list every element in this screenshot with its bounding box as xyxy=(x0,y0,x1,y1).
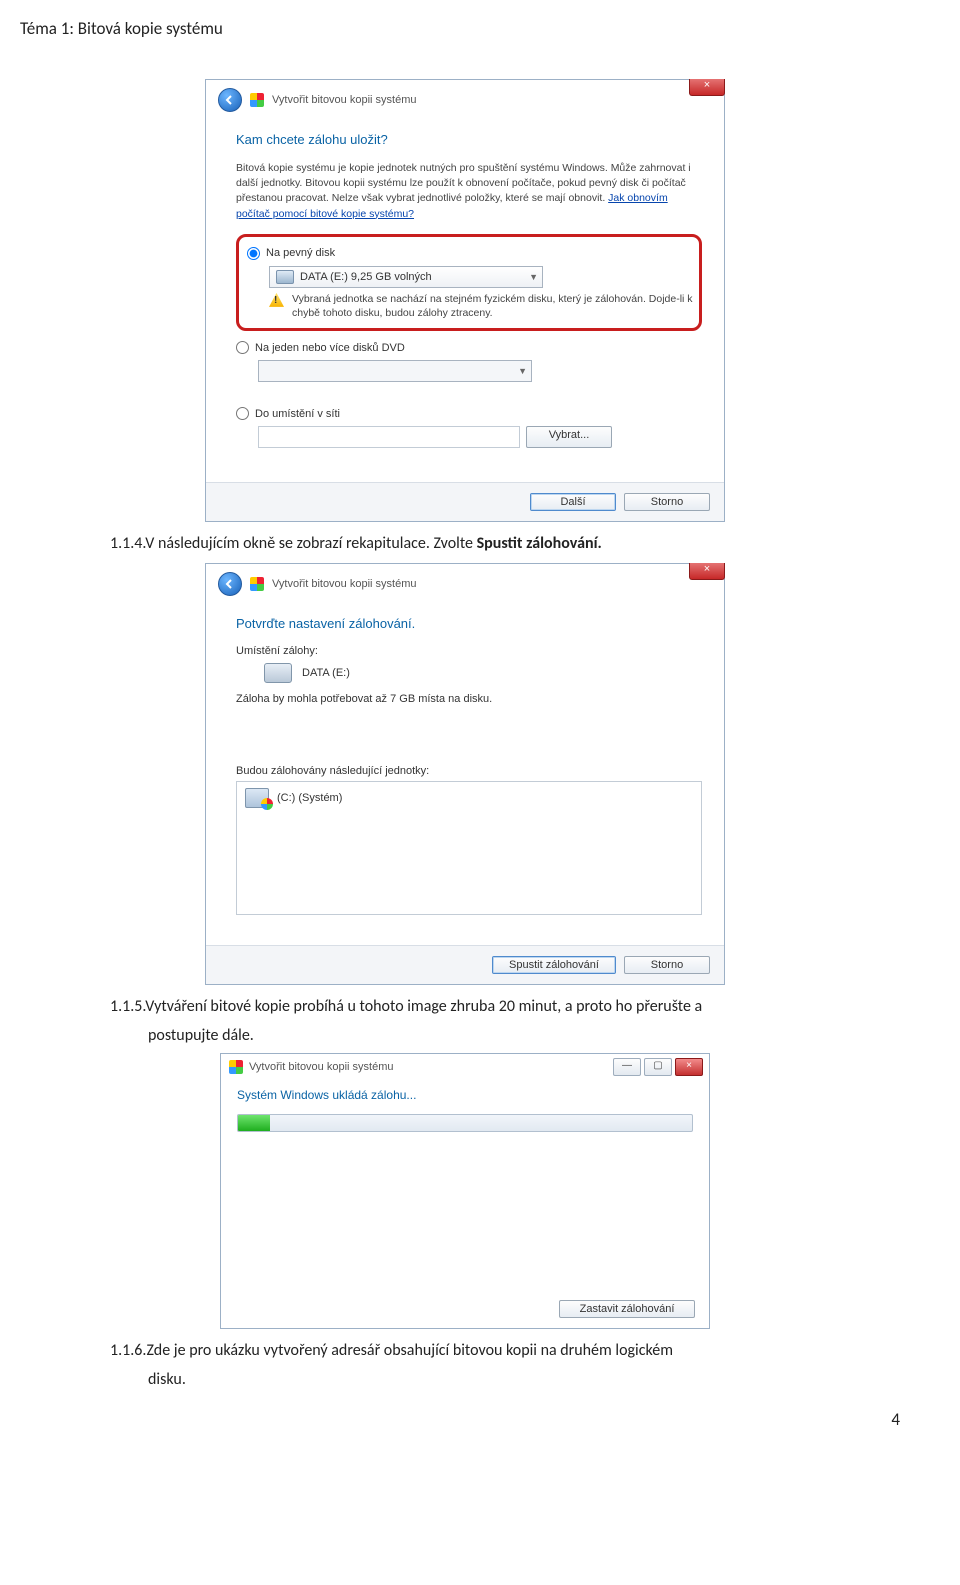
browse-button[interactable]: Vybrat... xyxy=(526,426,612,448)
dialog-heading: Kam chcete zálohu uložit? xyxy=(236,132,702,147)
dialog-backup-progress: Vytvořit bitovou kopii systému — ▢ × Sys… xyxy=(220,1053,710,1329)
warning-text: Vybraná jednotka se nachází na stejném f… xyxy=(292,293,709,320)
option-hard-disk-label: Na pevný disk xyxy=(266,247,335,259)
close-button[interactable]: × xyxy=(689,563,725,580)
dialog-heading: Potvrďte nastavení zálohování. xyxy=(236,616,702,631)
step-1-1-5b: postupujte dále. xyxy=(148,1026,910,1045)
step-1-1-6: 1.1.6.Zde je pro ukázku vytvořený adresá… xyxy=(110,1341,870,1360)
location-value: DATA (E:) xyxy=(302,667,350,679)
option-dvd[interactable]: Na jeden nebo více disků DVD xyxy=(236,341,702,354)
option-network[interactable]: Do umístění v síti xyxy=(236,407,702,420)
next-button[interactable]: Další xyxy=(530,493,616,511)
option-network-label: Do umístění v síti xyxy=(255,408,340,420)
back-button[interactable] xyxy=(218,572,242,596)
dialog-confirm-backup: × Vytvořit bitovou kopii systému Potvrďt… xyxy=(205,563,725,985)
step-1-1-5: 1.1.5.Vytváření bitové kopie probíhá u t… xyxy=(110,997,870,1016)
progress-bar xyxy=(237,1114,693,1132)
dialog-info-text: Bitová kopie systému je kopie jednotek n… xyxy=(236,161,702,222)
close-button[interactable]: × xyxy=(675,1058,703,1076)
units-label: Budou zálohovány následující jednotky: xyxy=(236,765,702,777)
space-estimate: Záloha by mohla potřebovat až 7 GB místa… xyxy=(236,693,702,705)
radio-dvd[interactable] xyxy=(236,341,249,354)
windows-flag-icon xyxy=(229,1060,243,1074)
close-button[interactable]: × xyxy=(689,79,725,96)
radio-network[interactable] xyxy=(236,407,249,420)
maximize-button[interactable]: ▢ xyxy=(644,1058,672,1076)
progress-fill xyxy=(238,1115,270,1131)
arrow-left-icon xyxy=(225,95,235,105)
network-path-input[interactable] xyxy=(258,426,520,448)
warning-icon xyxy=(269,293,284,307)
page-heading: Téma 1: Bitová kopie systému xyxy=(20,18,910,39)
start-backup-button[interactable]: Spustit zálohování xyxy=(492,956,616,974)
cancel-button[interactable]: Storno xyxy=(624,956,710,974)
minimize-button[interactable]: — xyxy=(613,1058,641,1076)
dialog-backup-location: × Vytvořit bitovou kopii systému Kam chc… xyxy=(205,79,725,522)
radio-hard-disk[interactable] xyxy=(247,247,260,260)
windows-flag-icon xyxy=(250,577,264,591)
window-title: Vytvořit bitovou kopii systému xyxy=(272,578,416,590)
hdd-icon xyxy=(264,663,292,683)
chevron-down-icon: ▼ xyxy=(518,366,527,376)
windows-flag-icon xyxy=(250,93,264,107)
back-button[interactable] xyxy=(218,88,242,112)
drive-select[interactable]: DATA (E:) 9,25 GB volných ▼ xyxy=(269,266,543,288)
warning-row: Vybraná jednotka se nachází na stejném f… xyxy=(269,293,709,320)
window-title: Vytvořit bitovou kopii systému xyxy=(249,1061,393,1073)
cancel-button[interactable]: Storno xyxy=(624,493,710,511)
drive-select-value: DATA (E:) 9,25 GB volných xyxy=(300,271,432,283)
drive-icon xyxy=(276,270,294,284)
highlighted-option: Na pevný disk DATA (E:) 9,25 GB volných … xyxy=(236,234,702,331)
page-number: 4 xyxy=(20,1409,900,1430)
chevron-down-icon: ▼ xyxy=(529,272,538,282)
progress-status: Systém Windows ukládá zálohu... xyxy=(237,1088,693,1102)
option-hard-disk[interactable]: Na pevný disk xyxy=(247,247,689,260)
location-label: Umístění zálohy: xyxy=(236,645,702,657)
units-listbox: (C:) (Systém) xyxy=(236,781,702,915)
stop-backup-button[interactable]: Zastavit zálohování xyxy=(559,1300,695,1318)
dvd-select: ▼ xyxy=(258,360,532,382)
option-dvd-label: Na jeden nebo více disků DVD xyxy=(255,342,405,354)
step-1-1-4: 1.1.4.V následujícím okně se zobrazí rek… xyxy=(110,534,870,553)
system-drive-icon xyxy=(245,788,269,808)
unit-c-label: (C:) (Systém) xyxy=(277,792,342,804)
arrow-left-icon xyxy=(225,579,235,589)
step-1-1-6b: disku. xyxy=(148,1370,910,1389)
window-title: Vytvořit bitovou kopii systému xyxy=(272,94,416,106)
